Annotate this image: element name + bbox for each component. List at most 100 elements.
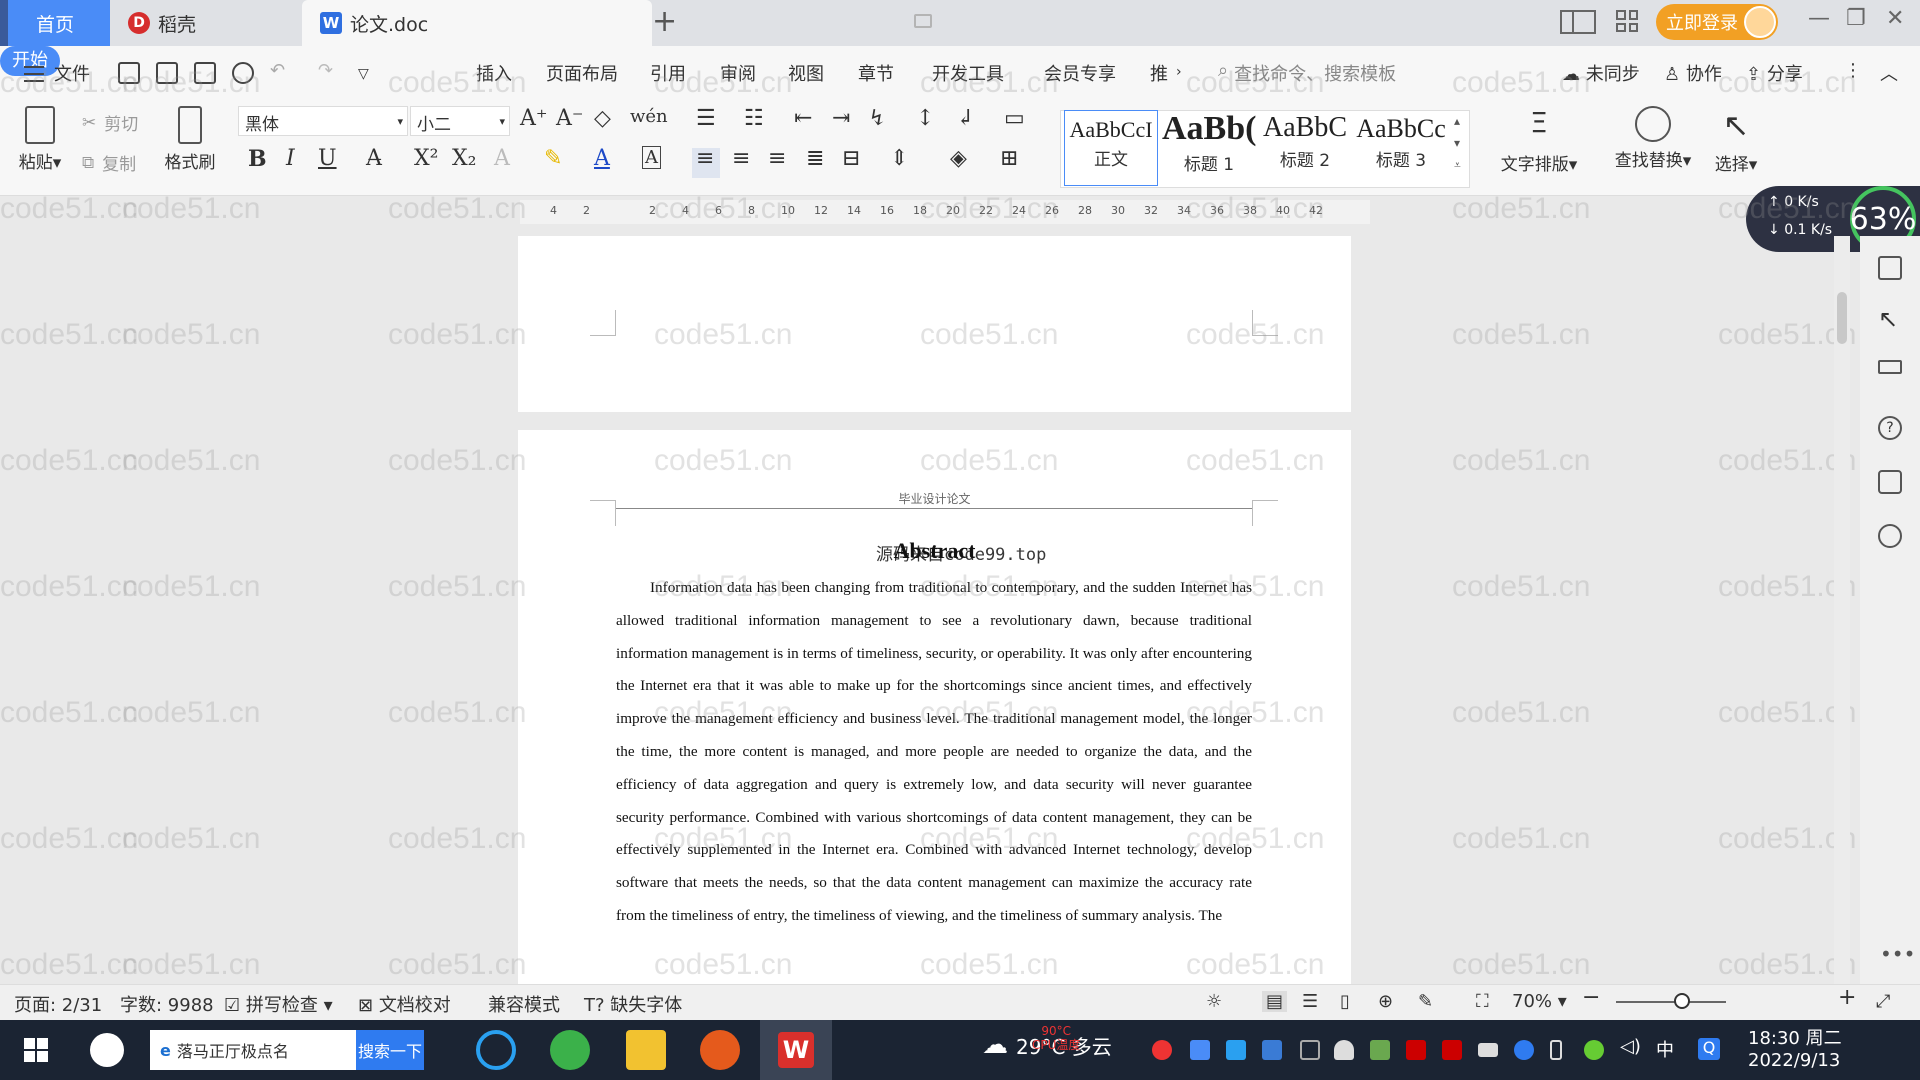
align-right-icon[interactable]: ≡ [768,146,786,171]
italic-icon[interactable]: I [286,146,295,171]
print-icon[interactable] [194,62,216,84]
input-method[interactable]: 中 [1656,1036,1676,1061]
find-replace-button[interactable]: 查找替换▾ [1608,106,1698,171]
sync-status[interactable]: ☁ 未同步 [1562,60,1640,86]
zoom-slider[interactable] [1616,1001,1726,1003]
menu-dev-tools[interactable]: 开发工具 [932,60,1004,86]
edit-pen-icon[interactable] [1878,256,1902,280]
notification-bell-icon[interactable] [1334,1040,1354,1060]
spell-check-toggle[interactable]: ☑ 拼写检查 ▾ [224,991,333,1017]
export-pdf-icon[interactable] [156,62,178,84]
adjust-icon[interactable] [1878,360,1902,374]
scrollbar-thumb[interactable] [1837,292,1847,344]
wifi-icon[interactable] [1300,1040,1320,1060]
bluetooth-icon[interactable] [1514,1040,1534,1060]
subscript-icon[interactable]: X₂ [452,146,476,171]
distributed-align-icon[interactable]: ⊟ [842,146,860,171]
monitor-icon[interactable] [914,14,932,28]
show-marks-icon[interactable]: ▭ [1004,106,1025,131]
restore-icon[interactable]: ❐ [1846,6,1866,31]
minimize-icon[interactable]: — [1808,6,1830,31]
menu-more-icon[interactable]: › [1176,64,1182,80]
missing-font-button[interactable]: T? 缺失字体 [584,991,682,1017]
menu-references[interactable]: 引用 [650,60,686,86]
vertical-scrollbar[interactable] [1834,236,1850,986]
bold-icon[interactable]: B [248,146,267,172]
file-explorer-icon[interactable] [626,1030,666,1070]
pinwheel-app-icon[interactable] [90,1033,124,1067]
highlight-icon[interactable]: ✎ [544,146,562,171]
login-button[interactable]: 立即登录 [1656,4,1778,40]
menu-file[interactable]: 文件 [54,60,90,86]
game-app-icon[interactable] [700,1030,740,1070]
write-mode-icon[interactable]: ✎ [1418,991,1433,1012]
tray-app-icon[interactable] [1370,1040,1390,1060]
shield-icon[interactable] [1262,1040,1282,1060]
more-options-icon[interactable]: ⋮ [1844,60,1862,81]
menu-page-layout[interactable]: 页面布局 [546,60,618,86]
tray-app-icon[interactable] [1226,1040,1246,1060]
share-button[interactable]: ⇪ 分享 [1746,60,1803,86]
text-effect-icon[interactable]: A [494,146,510,171]
clock[interactable]: 18:30 周二 2022/9/13 [1748,1028,1842,1072]
bullet-list-icon[interactable]: ☰ [696,106,716,131]
align-left-icon[interactable]: ≡ [696,146,714,171]
menu-member[interactable]: 会员专享 [1044,60,1116,86]
new-tab-icon[interactable]: + [652,4,677,39]
line-break-icon[interactable]: ↲ [956,106,974,131]
volume-icon[interactable]: ◁) [1620,1036,1641,1057]
shading-icon[interactable]: ◈ [950,146,967,171]
style-gallery-scroll-icon[interactable]: ▴ ▾ ⩡ [1454,110,1461,176]
select-button[interactable]: ↖ 选择▾ [1706,106,1766,175]
menu-view[interactable]: 视图 [788,60,824,86]
tray-app-icon[interactable] [1584,1040,1604,1060]
clear-format-icon[interactable]: ◇ [594,106,611,131]
increase-indent-icon[interactable]: ⇥ [832,106,850,131]
hamburger-menu-icon[interactable] [24,66,44,82]
tray-app-icon[interactable] [1190,1040,1210,1060]
zoom-out-icon[interactable]: − [1582,985,1600,1010]
taskbar-wps-active[interactable]: W [760,1020,832,1080]
quick-access-dropdown-icon[interactable]: ▽ [358,66,369,82]
collapse-ribbon-icon[interactable]: ︿ [1880,60,1898,86]
zoom-level[interactable]: 70% ▾ [1512,991,1567,1012]
eye-protection-icon[interactable]: ☼ [1206,991,1222,1012]
zoom-slider-thumb[interactable] [1674,993,1690,1009]
style-normal[interactable]: AaBbCcI 正文 [1064,110,1158,186]
sort-icon[interactable]: ↕ [916,106,934,131]
reading-view-icon[interactable]: ▯ [1340,991,1350,1012]
paste-button[interactable]: 粘贴▾ [16,106,64,173]
shrink-font-icon[interactable]: A⁻ [556,106,584,131]
grow-font-icon[interactable]: A⁺ [520,106,548,131]
outline-view-icon[interactable]: ☰ [1302,991,1318,1012]
close-icon[interactable]: ✕ [1886,6,1904,31]
underline-icon[interactable]: U [318,146,337,171]
style-heading-2[interactable]: AaBbC 标题 2 [1258,110,1352,186]
font-color-icon[interactable]: A [594,146,610,171]
copy-button[interactable]: ⧉ 复制 [82,150,136,176]
ie-browser-icon[interactable] [476,1030,516,1070]
char-border-icon[interactable]: A [642,146,661,169]
horizontal-ruler[interactable]: 4 2 2 4 6 8 10 12 14 16 18 20 22 24 26 28 30 32 34 36 38 40 42 [520,200,1370,224]
page-indicator[interactable]: 页面: 2/31 [14,991,102,1017]
decrease-indent-icon[interactable]: ⇤ [794,106,812,131]
save-icon[interactable] [118,62,140,84]
print-preview-icon[interactable] [232,62,254,84]
text-layout-button[interactable]: Ξ 文字排版▾ [1494,106,1584,175]
tray-app-icon[interactable] [1152,1040,1172,1060]
web-view-icon[interactable]: ⊕ [1378,991,1393,1012]
help-icon[interactable]: ? [1878,416,1902,440]
taskbar-search-button[interactable]: 搜索一下 [356,1030,424,1070]
zoom-in-icon[interactable]: + [1838,985,1856,1010]
font-family-select[interactable]: 黑体 ▾ [238,106,408,136]
phonetic-guide-icon[interactable]: wén [630,106,668,127]
style-heading-1[interactable]: AaBb( 标题 1 [1162,110,1256,186]
tray-app-icon[interactable] [1442,1040,1462,1060]
menu-insert[interactable]: 插入 [476,60,512,86]
text-direction-icon[interactable]: ↯ [868,106,886,131]
taskbar-search-input[interactable]: e 落马正厅极点名 [150,1030,356,1070]
tab-home[interactable]: 首页 [0,0,110,92]
collaborate-button[interactable]: ♙ 协作 [1664,60,1722,86]
battery-icon[interactable] [1550,1040,1562,1060]
word-count[interactable]: 字数: 9988 [120,991,214,1017]
